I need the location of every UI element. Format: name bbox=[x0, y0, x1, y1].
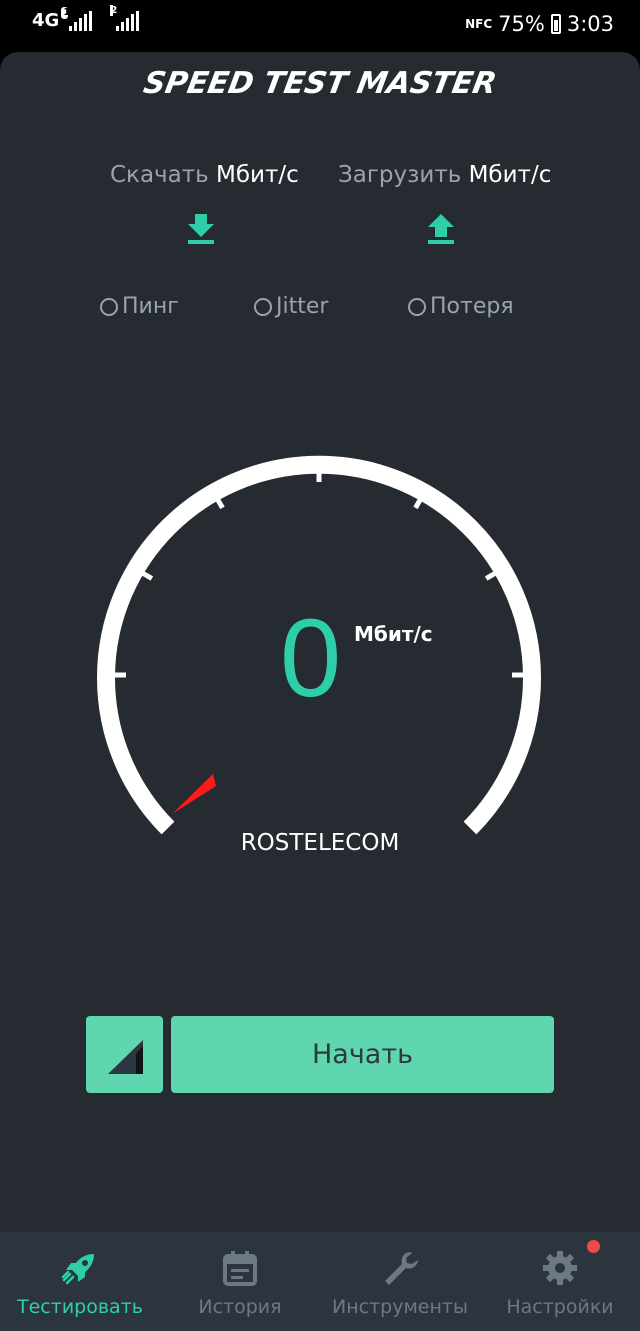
nfc-icon: NFC bbox=[465, 17, 493, 31]
clock: 3:03 bbox=[566, 12, 614, 36]
gear-icon bbox=[543, 1251, 577, 1285]
nav-label-settings: Настройки bbox=[506, 1296, 614, 1318]
bottom-nav: Тестировать История Инструменты Настройк… bbox=[0, 1232, 640, 1331]
speed-unit: Мбит/с bbox=[354, 622, 433, 646]
speed-gauge bbox=[97, 455, 541, 835]
signal-strength-icon bbox=[108, 1040, 143, 1074]
nav-label-history: История bbox=[198, 1296, 282, 1318]
isp-name: ROSTELECOM bbox=[240, 830, 400, 856]
nav-item-tools[interactable]: Инструменты bbox=[320, 1232, 480, 1331]
nav-label-tools: Инструменты bbox=[332, 1296, 468, 1318]
rocket-icon bbox=[61, 1254, 94, 1285]
battery-icon bbox=[550, 14, 561, 34]
nav-item-settings[interactable]: Настройки bbox=[480, 1232, 640, 1331]
network-signal-button[interactable] bbox=[86, 1016, 163, 1093]
sim1-badge: 1 bbox=[61, 6, 71, 19]
battery-percent: 75% bbox=[498, 12, 545, 36]
nav-label-test: Тестировать bbox=[17, 1296, 143, 1318]
app-panel: SPEED TEST MASTER Скачать Мбит/с Загрузи… bbox=[0, 52, 640, 1331]
signal-sim1-icon: 1 bbox=[61, 6, 93, 31]
calendar-icon bbox=[223, 1251, 257, 1286]
speed-value: 0 bbox=[280, 597, 342, 720]
gauge-needle bbox=[172, 774, 216, 814]
wrench-icon bbox=[385, 1252, 418, 1285]
nav-item-history[interactable]: История bbox=[160, 1232, 320, 1331]
nav-item-test[interactable]: Тестировать bbox=[0, 1232, 160, 1331]
network-type: 4G bbox=[32, 10, 60, 31]
status-bar: 4G 1 2 NFC 75% 3:03 bbox=[0, 0, 640, 50]
start-button[interactable]: Начать bbox=[171, 1016, 554, 1093]
sim2-badge: 2 bbox=[110, 4, 118, 16]
notification-dot bbox=[587, 1240, 600, 1253]
signal-sim2-icon: 2 bbox=[110, 4, 140, 31]
